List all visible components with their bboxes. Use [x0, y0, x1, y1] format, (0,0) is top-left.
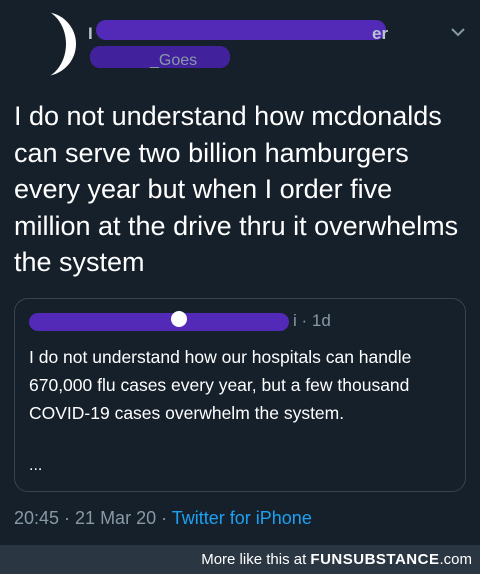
redaction-scribble — [96, 20, 386, 40]
quoted-tweet-meta: i · 1d — [293, 311, 331, 330]
quoted-avatar — [171, 311, 187, 327]
watermark-brand: FUNSUBSTANCE — [310, 551, 440, 568]
author-name-initial: I — [88, 24, 93, 42]
chevron-down-icon[interactable] — [450, 26, 466, 38]
watermark-prefix: More like this at — [201, 551, 311, 568]
redaction-scribble — [29, 313, 289, 331]
avatar[interactable] — [6, 8, 76, 80]
tweet-timestamp: 20:45 · 21 Mar 20 · Twitter for iPhone — [14, 508, 312, 529]
watermark-suffix: .com — [439, 551, 472, 568]
watermark-text: More like this at FUNSUBSTANCE.com — [201, 551, 472, 568]
timestamp-text: 20:45 · 21 Mar 20 · — [14, 508, 172, 528]
quoted-tweet-text: I do not understand how our hospitals ca… — [29, 347, 412, 423]
author-handle[interactable]: _Goes — [150, 52, 197, 70]
author-name-suffix: er — [372, 24, 389, 43]
tweet-text: I do not understand how mcdonalds can se… — [14, 101, 459, 277]
quoted-tweet-more: ... — [29, 457, 43, 474]
watermark-footer: More like this at FUNSUBSTANCE.com — [0, 545, 480, 574]
tweet-source-link[interactable]: Twitter for iPhone — [172, 508, 312, 528]
quoted-tweet[interactable]: i · 1d I do not understand how our hospi… — [14, 298, 466, 492]
